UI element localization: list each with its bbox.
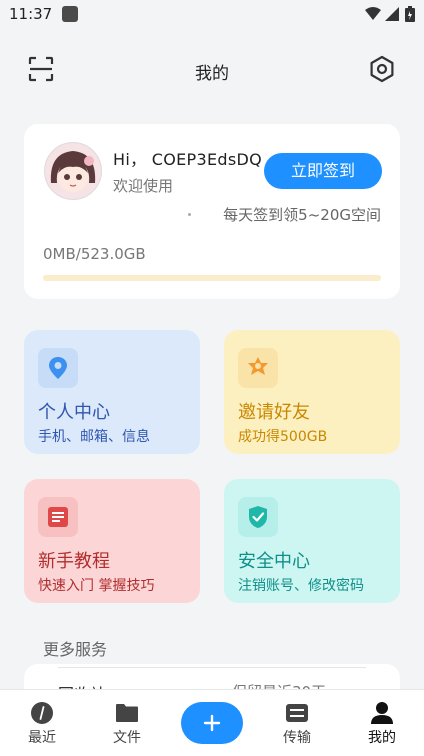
location-pin-icon bbox=[38, 348, 78, 388]
invite-friends-subtitle: 成功得500GB bbox=[238, 429, 328, 445]
bottom-tab-bar: 最近 文件 传输 我的 bbox=[0, 689, 424, 756]
divider bbox=[58, 667, 366, 668]
storage-progress-bar bbox=[43, 275, 381, 281]
wifi-icon bbox=[365, 7, 381, 20]
security-center-subtitle: 注销账号、修改密码 bbox=[238, 578, 364, 594]
greeting-text: Hi， COEP3EdsDQ bbox=[113, 150, 262, 169]
tutorial-subtitle: 快速入门 掌握技巧 bbox=[38, 578, 155, 594]
storage-text: 0MB/523.0GB bbox=[43, 245, 146, 263]
security-center-title: 安全中心 bbox=[238, 551, 310, 572]
invite-friends-title: 邀请好友 bbox=[238, 402, 310, 423]
tab-recent-label: 最近 bbox=[28, 730, 56, 746]
tab-transfer[interactable]: 传输 bbox=[255, 690, 339, 756]
status-time: 11:37 bbox=[9, 5, 53, 23]
settings-icon[interactable] bbox=[368, 55, 396, 83]
signal-icon bbox=[385, 7, 399, 21]
notification-icon bbox=[62, 6, 78, 22]
signin-button[interactable]: 立即签到 bbox=[264, 153, 382, 189]
shield-check-icon bbox=[238, 497, 278, 537]
personal-center-subtitle: 手机、邮箱、信息 bbox=[38, 429, 150, 445]
guide-icon bbox=[38, 497, 78, 537]
tab-transfer-label: 传输 bbox=[283, 730, 311, 746]
user-icon bbox=[371, 702, 393, 724]
transfer-icon bbox=[286, 704, 308, 722]
daily-dot bbox=[188, 213, 191, 216]
profile-card: Hi， COEP3EdsDQ 欢迎使用 立即签到 每天签到领5~20G空间 0M… bbox=[24, 124, 400, 299]
tab-files[interactable]: 文件 bbox=[85, 690, 169, 756]
invite-friends-tile[interactable]: 邀请好友 成功得500GB bbox=[224, 330, 400, 454]
tab-files-label: 文件 bbox=[113, 730, 141, 746]
tutorial-title: 新手教程 bbox=[38, 551, 110, 572]
clock-icon bbox=[31, 702, 53, 724]
status-bar: 11:37 bbox=[0, 0, 424, 30]
welcome-text: 欢迎使用 bbox=[113, 177, 174, 195]
tutorial-tile[interactable]: 新手教程 快速入门 掌握技巧 bbox=[24, 479, 200, 603]
tab-mine-label: 我的 bbox=[368, 730, 396, 746]
gift-icon bbox=[238, 348, 278, 388]
page-title: 我的 bbox=[195, 64, 229, 84]
plus-icon bbox=[203, 714, 221, 732]
add-button[interactable] bbox=[181, 702, 243, 744]
battery-icon bbox=[405, 6, 415, 22]
daily-reward-text: 每天签到领5~20G空间 bbox=[223, 206, 381, 224]
page-header: 我的 bbox=[0, 42, 424, 98]
folder-icon bbox=[116, 704, 138, 722]
security-center-tile[interactable]: 安全中心 注销账号、修改密码 bbox=[224, 479, 400, 603]
tab-recent[interactable]: 最近 bbox=[0, 690, 84, 756]
personal-center-tile[interactable]: 个人中心 手机、邮箱、信息 bbox=[24, 330, 200, 454]
personal-center-title: 个人中心 bbox=[38, 402, 110, 423]
more-services-title: 更多服务 bbox=[43, 640, 108, 659]
avatar[interactable] bbox=[44, 142, 102, 200]
tab-mine[interactable]: 我的 bbox=[340, 690, 424, 756]
